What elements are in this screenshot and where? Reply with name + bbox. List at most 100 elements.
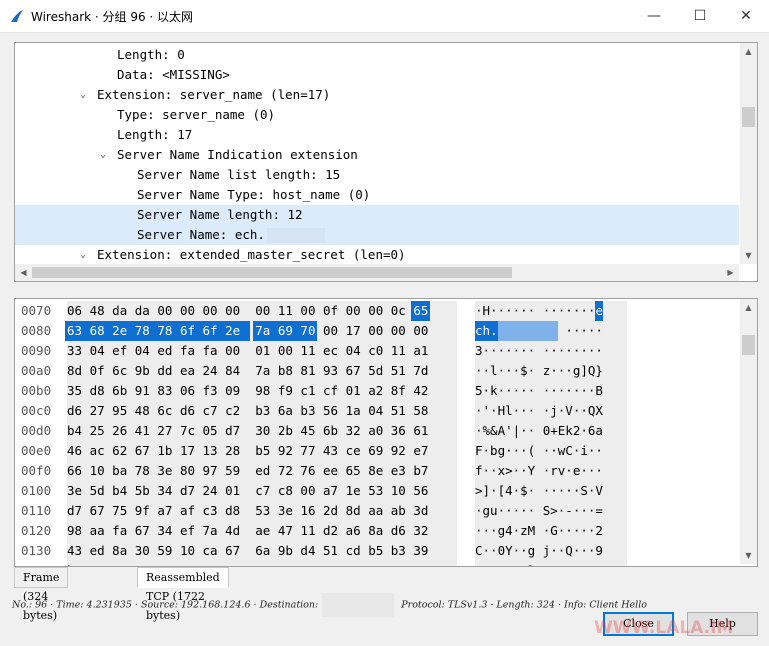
ascii-bytes[interactable]: 5·k····· ·······B xyxy=(475,381,627,401)
hex-byte[interactable]: 61 xyxy=(411,421,430,441)
hex-byte[interactable]: 04 xyxy=(133,341,152,361)
hex-byte[interactable]: 67 xyxy=(133,521,152,541)
hex-byte[interactable]: 8d xyxy=(65,361,84,381)
ascii-bytes[interactable]: f··x>··Y ·rv·e··· xyxy=(475,461,627,481)
hscroll-thumb[interactable] xyxy=(32,267,512,278)
hex-byte[interactable]: d7 xyxy=(223,421,242,441)
hex-byte[interactable]: ed xyxy=(155,341,174,361)
hex-byte[interactable]: 6b xyxy=(110,381,129,401)
hex-byte[interactable]: 8a xyxy=(366,521,385,541)
hex-byte[interactable]: b4 xyxy=(110,481,129,501)
tree-item[interactable]: Server Name list length: 15 xyxy=(15,165,739,185)
hex-byte[interactable]: 92 xyxy=(276,441,295,461)
hex-byte[interactable]: a2 xyxy=(110,561,129,566)
hex-byte[interactable]: a6 xyxy=(344,521,363,541)
hex-byte[interactable]: 34 xyxy=(155,521,174,541)
hex-byte[interactable]: ca xyxy=(201,541,220,561)
hex-byte[interactable]: 00 xyxy=(411,321,430,341)
packet-bytes-pane[interactable]: 0070 06 48 da da 00 00 00 00 00 11 00 0f 00 00 0c 65 ·H··… xyxy=(14,298,758,567)
hex-byte[interactable]: 78 xyxy=(133,461,152,481)
hex-byte[interactable]: 24 xyxy=(201,481,220,501)
scroll-right-arrow-icon[interactable]: ▶ xyxy=(722,264,739,281)
tree-item[interactable]: ⌄ Server Name Indication extension xyxy=(15,145,739,165)
hex-bytes[interactable]: b408a26e931a706c57e3ec55a7c53006 xyxy=(67,561,457,566)
hex-byte[interactable]: 01 xyxy=(344,381,363,401)
hex-byte[interactable]: 65 xyxy=(411,301,431,321)
hex-byte[interactable]: 91 xyxy=(133,381,152,401)
hex-byte[interactable]: 04 xyxy=(344,341,363,361)
hex-byte[interactable]: 43 xyxy=(65,541,84,561)
hex-byte[interactable]: 0c xyxy=(389,301,408,321)
ascii-bytes[interactable]: ··l···$· z···g]Q} xyxy=(475,361,627,381)
hex-byte[interactable]: 51 xyxy=(321,541,340,561)
scroll-up-arrow-icon[interactable]: ▲ xyxy=(740,43,757,60)
hex-byte[interactable]: b5 xyxy=(366,541,385,561)
hex-byte[interactable]: ef xyxy=(178,521,197,541)
hex-byte[interactable]: 0f xyxy=(88,361,107,381)
hex-byte[interactable]: 1a xyxy=(344,401,363,421)
hex-byte[interactable]: 57 xyxy=(253,561,272,566)
hex-byte[interactable]: 09 xyxy=(223,381,242,401)
hex-byte[interactable]: 51 xyxy=(389,361,408,381)
hex-byte[interactable]: 65 xyxy=(344,461,363,481)
tab-frame[interactable]: Frame (324 bytes) xyxy=(14,567,69,622)
scroll-up-arrow-icon[interactable]: ▲ xyxy=(740,299,757,316)
hex-byte[interactable]: 41 xyxy=(133,421,152,441)
hex-byte[interactable]: 59 xyxy=(155,541,174,561)
hex-byte[interactable]: fa xyxy=(178,341,197,361)
hex-byte[interactable]: 42 xyxy=(411,381,430,401)
hex-bytes[interactable]: b4 25 26 41 27 7c 05 d7 30 2b 45 6b 32 a0 36 61 xyxy=(67,421,457,441)
hex-byte[interactable]: 24 xyxy=(201,361,220,381)
hex-byte[interactable]: ac xyxy=(88,441,107,461)
hex-byte[interactable]: 26 xyxy=(110,421,129,441)
bytes-vertical-scrollbar[interactable]: ▲ ▼ xyxy=(740,299,757,564)
hex-row[interactable]: 0110 d7 67 75 9f a7 af c3 d8 53 3e 16 2d 8d aa ab 3d ·gu·… xyxy=(15,501,739,521)
hex-byte[interactable]: 11 xyxy=(276,301,295,321)
hex-byte[interactable]: 5d xyxy=(88,481,107,501)
hex-byte[interactable]: b5 xyxy=(253,441,272,461)
hex-byte[interactable]: d2 xyxy=(321,521,340,541)
hex-byte[interactable]: 66 xyxy=(65,461,84,481)
hex-bytes[interactable]: 63 68 2e 78 78 6f 6f 2e 7a 69 70 00 17 00 00 00 xyxy=(65,321,457,341)
hex-byte[interactable]: a7 xyxy=(344,561,363,566)
hex-byte[interactable]: c8 xyxy=(276,481,295,501)
hex-byte[interactable]: 00 xyxy=(178,301,197,321)
hex-byte[interactable]: 98 xyxy=(253,381,272,401)
hex-byte[interactable]: 00 xyxy=(298,481,317,501)
hex-byte[interactable]: 48 xyxy=(133,401,152,421)
hex-byte[interactable]: d6 xyxy=(178,401,197,421)
hex-byte[interactable]: e3 xyxy=(276,561,295,566)
hex-bytes[interactable]: 98 aa fa 67 34 ef 7a 4d ae 47 11 d2 a6 8a d6 32 xyxy=(67,521,457,541)
tree-item[interactable]: ⌄ Extension: server_name (len=17) xyxy=(15,85,739,105)
expand-chevron-icon[interactable]: ⌄ xyxy=(77,245,89,265)
hex-byte[interactable]: dd xyxy=(155,361,174,381)
hex-byte[interactable]: 56 xyxy=(321,401,340,421)
hex-row[interactable]: 0070 06 48 da da 00 00 00 00 00 11 00 0f 00 00 0c 65 ·H··… xyxy=(15,301,739,321)
hex-byte[interactable]: f3 xyxy=(201,381,220,401)
ascii-bytes[interactable]: >]·[4·$· ·····S·V xyxy=(475,481,627,501)
hex-byte[interactable]: 27 xyxy=(155,421,174,441)
maximize-button[interactable]: ☐ xyxy=(677,0,723,32)
hex-byte[interactable]: 10 xyxy=(389,481,408,501)
close-window-button[interactable]: ✕ xyxy=(723,0,769,32)
tree-item[interactable]: Server Name: ech. xyxy=(15,225,739,245)
hex-byte[interactable]: 13 xyxy=(201,441,220,461)
hex-byte[interactable]: 17 xyxy=(344,321,363,341)
hex-byte[interactable]: 32 xyxy=(411,521,430,541)
hex-byte[interactable]: 30 xyxy=(133,541,152,561)
hex-byte[interactable]: 2e xyxy=(223,321,250,341)
hex-byte[interactable]: a7 xyxy=(155,501,174,521)
hex-byte[interactable]: 93 xyxy=(321,361,340,381)
hex-byte[interactable]: 48 xyxy=(88,301,107,321)
hex-byte[interactable]: b3 xyxy=(298,401,317,421)
ascii-bytes[interactable]: F·bg···( ··wC·i·· xyxy=(475,441,627,461)
hex-byte[interactable]: 83 xyxy=(155,381,174,401)
hex-byte[interactable]: d4 xyxy=(298,541,317,561)
hex-byte[interactable]: 6c xyxy=(155,401,174,421)
hex-row[interactable]: 00e0 46 ac 62 67 1b 17 13 28 b5 92 77 43 ce 69 92 e7 F·bg… xyxy=(15,441,739,461)
hex-byte[interactable]: b3 xyxy=(253,401,272,421)
hex-byte[interactable]: 10 xyxy=(178,541,197,561)
hex-byte[interactable]: 53 xyxy=(253,501,272,521)
scroll-left-arrow-icon[interactable]: ◀ xyxy=(15,264,32,281)
hex-byte[interactable]: e3 xyxy=(389,461,408,481)
